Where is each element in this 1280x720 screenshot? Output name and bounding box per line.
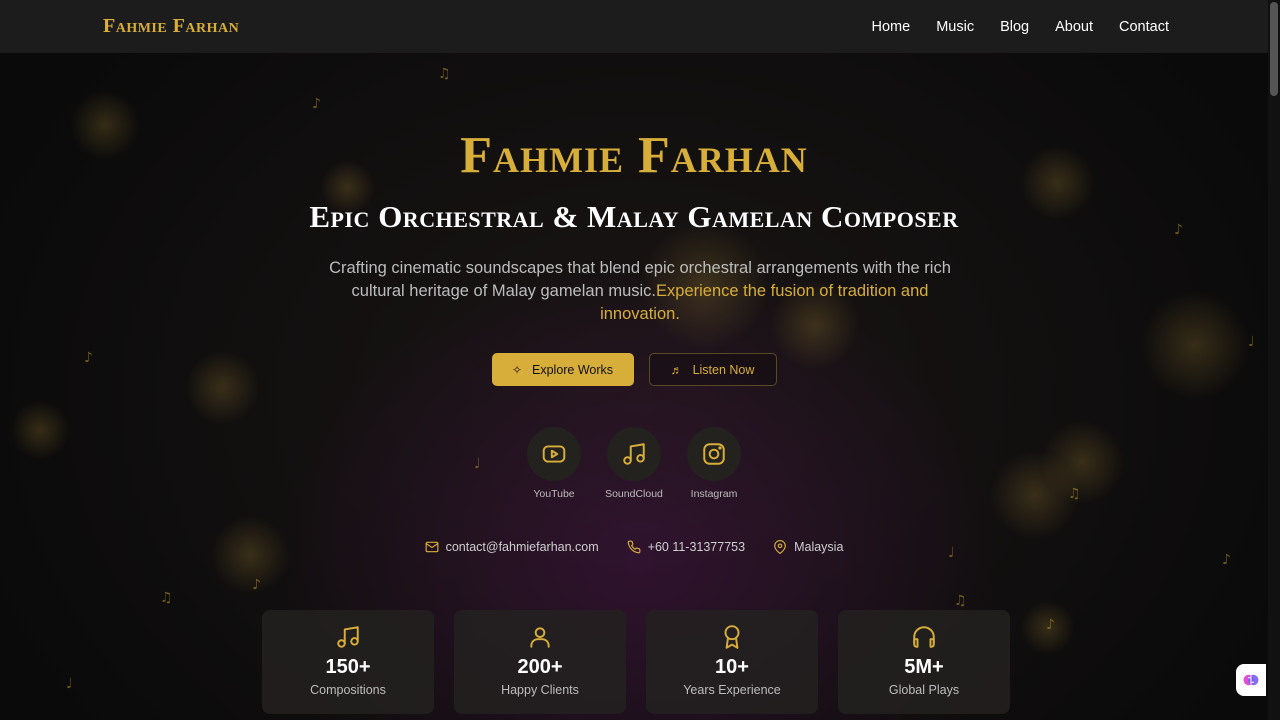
nav-contact[interactable]: Contact <box>1119 19 1169 35</box>
stat-card: 150+ Compositions <box>262 610 434 714</box>
sparkle-icon: ✧ <box>511 362 522 377</box>
main-nav: Home Music Blog About Contact <box>872 19 1169 35</box>
hero-section: Fahmie Farhan Epic Orchestral & Malay Ga… <box>0 0 1268 720</box>
contact-phone-text: +60 11-31377753 <box>647 540 746 554</box>
user-icon <box>530 627 550 648</box>
contact-email[interactable]: contact@fahmiefarhan.com <box>425 540 599 554</box>
stat-label: Global Plays <box>888 683 960 697</box>
stat-card: 200+ Happy Clients <box>454 610 626 714</box>
brain-icon <box>1243 674 1259 686</box>
contact-location-text: Malaysia <box>794 540 844 554</box>
instagram-icon[interactable] <box>687 427 741 481</box>
stat-card: 5M+ Global Plays <box>838 610 1010 714</box>
nav-about[interactable]: About <box>1055 19 1093 35</box>
contact-phone[interactable]: +60 11-31377753 <box>627 540 745 554</box>
social-instagram[interactable]: Instagram <box>685 427 743 500</box>
explore-works-label: Explore Works <box>532 362 614 377</box>
social-soundcloud[interactable]: SoundCloud <box>605 427 663 500</box>
nav-blog[interactable]: Blog <box>1000 19 1029 35</box>
stat-label: Years Experience <box>683 683 781 697</box>
nav-home[interactable]: Home <box>872 19 911 35</box>
scrollbar-track[interactable] <box>1268 0 1280 720</box>
scrollbar-thumb[interactable] <box>1270 2 1278 96</box>
contact-email-text: contact@fahmiefarhan.com <box>445 540 599 554</box>
social-label: SoundCloud <box>605 488 663 500</box>
assistant-widget-button[interactable] <box>1236 664 1266 696</box>
listen-now-button[interactable]: ♬ Listen Now <box>648 353 777 386</box>
cta-group: ✧ Explore Works ♬ Listen Now <box>0 353 1268 386</box>
explore-works-button[interactable]: ✧ Explore Works <box>491 353 634 386</box>
stat-value: 10+ <box>715 656 749 678</box>
hero-title: Fahmie Farhan <box>460 127 808 184</box>
stat-card: 10+ Years Experience <box>646 610 818 714</box>
music-note-icon <box>337 626 359 648</box>
headphones-icon <box>913 626 935 648</box>
stat-value: 200+ <box>517 656 563 678</box>
music-note-icon: ♬ <box>670 362 683 377</box>
listen-now-label: Listen Now <box>692 362 755 377</box>
contact-info: contact@fahmiefarhan.com +60 11-31377753… <box>0 540 1268 554</box>
map-pin-icon <box>774 540 786 554</box>
stat-label: Compositions <box>310 683 386 697</box>
brand-logo[interactable]: Fahmie Farhan <box>103 15 239 38</box>
youtube-icon[interactable] <box>527 427 581 481</box>
top-navbar: Fahmie Farhan Home Music Blog About Cont… <box>0 0 1280 53</box>
nav-music[interactable]: Music <box>936 19 974 35</box>
mail-icon <box>425 541 439 553</box>
social-label: YouTube <box>533 488 575 500</box>
stat-value: 5M+ <box>904 656 944 678</box>
hero-subtitle: Epic Orchestral & Malay Gamelan Composer <box>309 199 959 234</box>
stat-value: 150+ <box>325 656 371 678</box>
social-youtube[interactable]: YouTube <box>525 427 583 500</box>
stats-row: 150+ Compositions 200+ Happy Clients 10+… <box>262 610 1010 714</box>
award-icon <box>724 625 740 649</box>
social-links: YouTube SoundCloud Instagram <box>0 427 1268 500</box>
music-note-icon[interactable] <box>607 427 661 481</box>
hero-description: Crafting cinematic soundscapes that blen… <box>320 257 960 326</box>
stat-label: Happy Clients <box>501 683 579 697</box>
contact-location: Malaysia <box>773 540 843 554</box>
phone-icon <box>627 540 641 554</box>
social-label: Instagram <box>690 488 738 500</box>
